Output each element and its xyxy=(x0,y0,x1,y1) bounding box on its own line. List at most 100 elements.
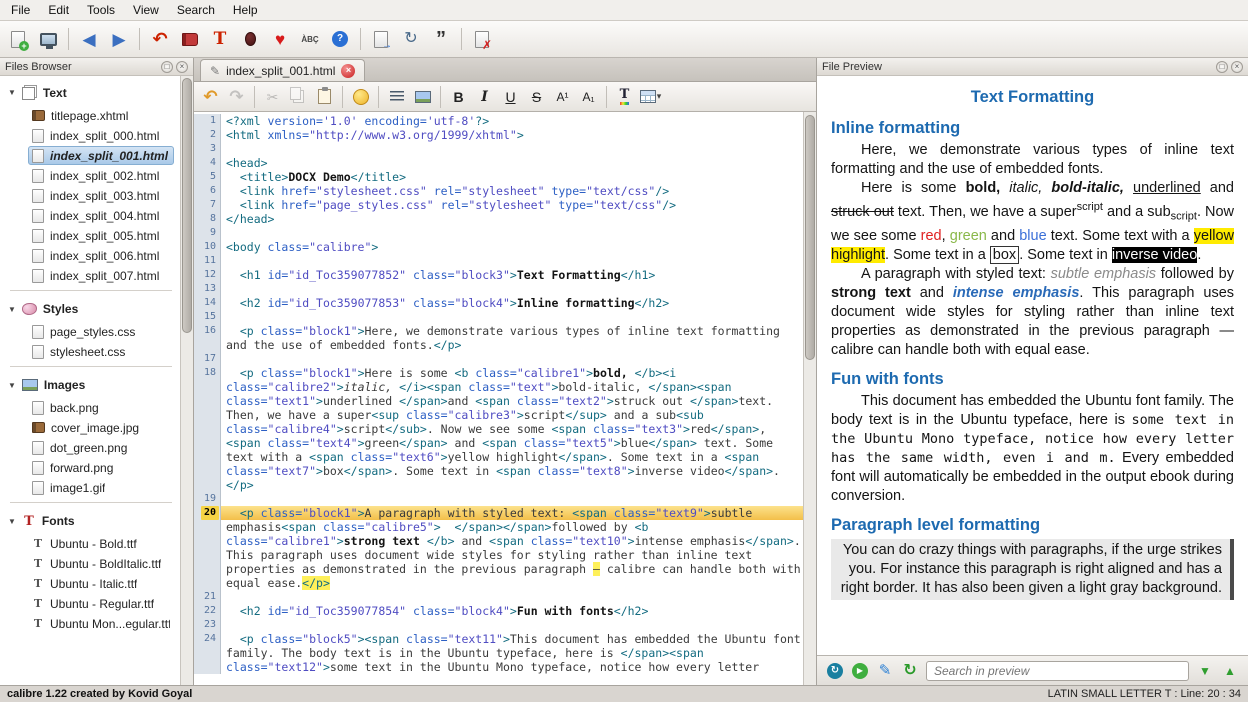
text-color-button[interactable]: T xyxy=(612,85,637,109)
files-scrollbar-thumb[interactable] xyxy=(182,78,192,333)
go-forward-button[interactable]: ▶ xyxy=(105,25,133,53)
insert-special-character-button[interactable] xyxy=(348,85,373,109)
file-item[interactable]: stylesheet.css xyxy=(28,342,174,361)
code-text[interactable] xyxy=(221,142,803,156)
find-previous-preview-button[interactable]: ▲ xyxy=(1218,659,1242,683)
file-item[interactable]: TUbuntu - Bold.ttf xyxy=(28,534,174,553)
code-text[interactable]: <body class="calibre"> xyxy=(221,240,803,254)
refresh-preview-button[interactable]: ▶ xyxy=(848,659,872,683)
preview-document[interactable]: Text FormattingInline formattingHere, we… xyxy=(817,76,1248,655)
editor-scrollbar[interactable] xyxy=(803,112,816,685)
undock-preview-icon[interactable]: □ xyxy=(1216,61,1228,73)
code-text[interactable] xyxy=(221,254,803,268)
help-button[interactable]: ? xyxy=(326,25,354,53)
donate-book-button[interactable] xyxy=(176,25,204,53)
close-preview-icon[interactable]: × xyxy=(1231,61,1243,73)
file-item[interactable]: dot_green.png xyxy=(28,438,174,457)
smarten-punctuation-button[interactable]: ” xyxy=(427,25,455,53)
code-text[interactable]: <link href="stylesheet.css" rel="stylesh… xyxy=(221,184,803,198)
file-item[interactable]: titlepage.xhtml xyxy=(28,106,174,125)
insert-table-button[interactable]: ▾ xyxy=(638,85,663,109)
files-scrollbar[interactable] xyxy=(180,76,193,685)
code-text[interactable]: <h2 id="id_Toc359077853" class="block4">… xyxy=(221,296,803,310)
file-item[interactable]: index_split_002.html xyxy=(28,166,174,185)
file-item[interactable]: index_split_001.html xyxy=(28,146,174,165)
menu-view[interactable]: View xyxy=(124,1,168,19)
file-item[interactable]: index_split_004.html xyxy=(28,206,174,225)
paste-button[interactable] xyxy=(312,85,337,109)
sync-preview-button[interactable]: ↻ xyxy=(898,659,922,683)
code-text[interactable]: <p class="block5"><span class="text11">T… xyxy=(221,632,803,674)
open-book-button[interactable] xyxy=(34,25,62,53)
superscript-button[interactable]: A¹ xyxy=(550,85,575,109)
tree-section-fonts[interactable]: ▼TFonts xyxy=(2,508,180,533)
code-text[interactable]: <head> xyxy=(221,156,803,170)
underline-button[interactable]: U xyxy=(498,85,523,109)
file-item[interactable]: index_split_003.html xyxy=(28,186,174,205)
tree-section-text[interactable]: ▼Text xyxy=(2,79,180,105)
menu-edit[interactable]: Edit xyxy=(39,1,78,19)
file-item[interactable]: cover_image.jpg xyxy=(28,418,174,437)
file-item[interactable]: image1.gif xyxy=(28,478,174,497)
subscript-button[interactable]: A₁ xyxy=(576,85,601,109)
go-back-button[interactable]: ◀ xyxy=(75,25,103,53)
bold-button[interactable]: B xyxy=(446,85,471,109)
file-item[interactable]: index_split_007.html xyxy=(28,266,174,285)
code-text[interactable]: <?xml version='1.0' encoding='utf-8'?> xyxy=(221,114,803,128)
find-next-preview-button[interactable]: ▼ xyxy=(1193,659,1217,683)
code-text[interactable] xyxy=(221,492,803,506)
file-item[interactable]: TUbuntu - Regular.ttf xyxy=(28,594,174,613)
new-file-button[interactable] xyxy=(4,25,32,53)
code-lines[interactable]: 1<?xml version='1.0' encoding='utf-8'?>2… xyxy=(194,112,803,685)
code-text[interactable] xyxy=(221,618,803,632)
file-item[interactable]: TUbuntu - Italic.ttf xyxy=(28,574,174,593)
menu-search[interactable]: Search xyxy=(168,1,224,19)
file-item[interactable]: TUbuntu - BoldItalic.ttf xyxy=(28,554,174,573)
file-item[interactable]: TUbuntu Mon...egular.ttf xyxy=(28,614,174,633)
file-item[interactable]: back.png xyxy=(28,398,174,417)
tab-index-split-001[interactable]: ✎ index_split_001.html × xyxy=(200,59,365,81)
code-text[interactable]: <p class="block1">Here, we demonstrate v… xyxy=(221,324,803,352)
code-text[interactable]: <h1 id="id_Toc359077852" class="block3">… xyxy=(221,268,803,282)
donate-heart-button[interactable]: ♥ xyxy=(266,25,294,53)
copy-button[interactable] xyxy=(286,85,311,109)
redo-button[interactable]: ↷ xyxy=(224,85,249,109)
italic-button[interactable]: I xyxy=(472,85,497,109)
code-text[interactable]: <p class="block1">A paragraph with style… xyxy=(221,506,803,590)
create-checkpoint-button[interactable] xyxy=(367,25,395,53)
edit-toc-button[interactable]: T xyxy=(206,25,234,53)
code-text[interactable]: <link href="page_styles.css" rel="styles… xyxy=(221,198,803,212)
file-item[interactable]: index_split_000.html xyxy=(28,126,174,145)
code-text[interactable]: <h2 id="id_Toc359077854" class="block4">… xyxy=(221,604,803,618)
code-text[interactable] xyxy=(221,282,803,296)
code-text[interactable] xyxy=(221,352,803,366)
code-text[interactable] xyxy=(221,590,803,604)
code-text[interactable]: <p class="block1">Here is some <b class=… xyxy=(221,366,803,492)
strikethrough-button[interactable]: S xyxy=(524,85,549,109)
file-item[interactable]: page_styles.css xyxy=(28,322,174,341)
close-panel-icon[interactable]: × xyxy=(176,61,188,73)
menu-tools[interactable]: Tools xyxy=(78,1,124,19)
insert-image-button[interactable] xyxy=(410,85,435,109)
cut-button[interactable]: ✂ xyxy=(260,85,285,109)
code-text[interactable]: <title>DOCX Demo</title> xyxy=(221,170,803,184)
file-item[interactable]: index_split_005.html xyxy=(28,226,174,245)
preview-search-input[interactable] xyxy=(926,661,1189,681)
compare-book-button[interactable]: ↻ xyxy=(397,25,425,53)
menu-file[interactable]: File xyxy=(2,1,39,19)
undo-button[interactable]: ↶ xyxy=(198,85,223,109)
beautify-source-button[interactable]: ✎ xyxy=(873,659,897,683)
code-text[interactable] xyxy=(221,310,803,324)
check-book-button[interactable] xyxy=(236,25,264,53)
file-item[interactable]: index_split_006.html xyxy=(28,246,174,265)
spellcheck-button[interactable]: ÀBÇ xyxy=(296,25,324,53)
remove-unused-css-button[interactable] xyxy=(468,25,496,53)
code-text[interactable]: </head> xyxy=(221,212,803,226)
tree-section-images[interactable]: ▼Images xyxy=(2,372,180,397)
auto-reload-preview-button[interactable]: ↻ xyxy=(823,659,847,683)
tree-section-styles[interactable]: ▼Styles xyxy=(2,296,180,321)
tab-close-icon[interactable]: × xyxy=(341,64,355,78)
live-css-button[interactable] xyxy=(384,85,409,109)
file-item[interactable]: forward.png xyxy=(28,458,174,477)
revert-book-button[interactable]: ↶ xyxy=(146,25,174,53)
